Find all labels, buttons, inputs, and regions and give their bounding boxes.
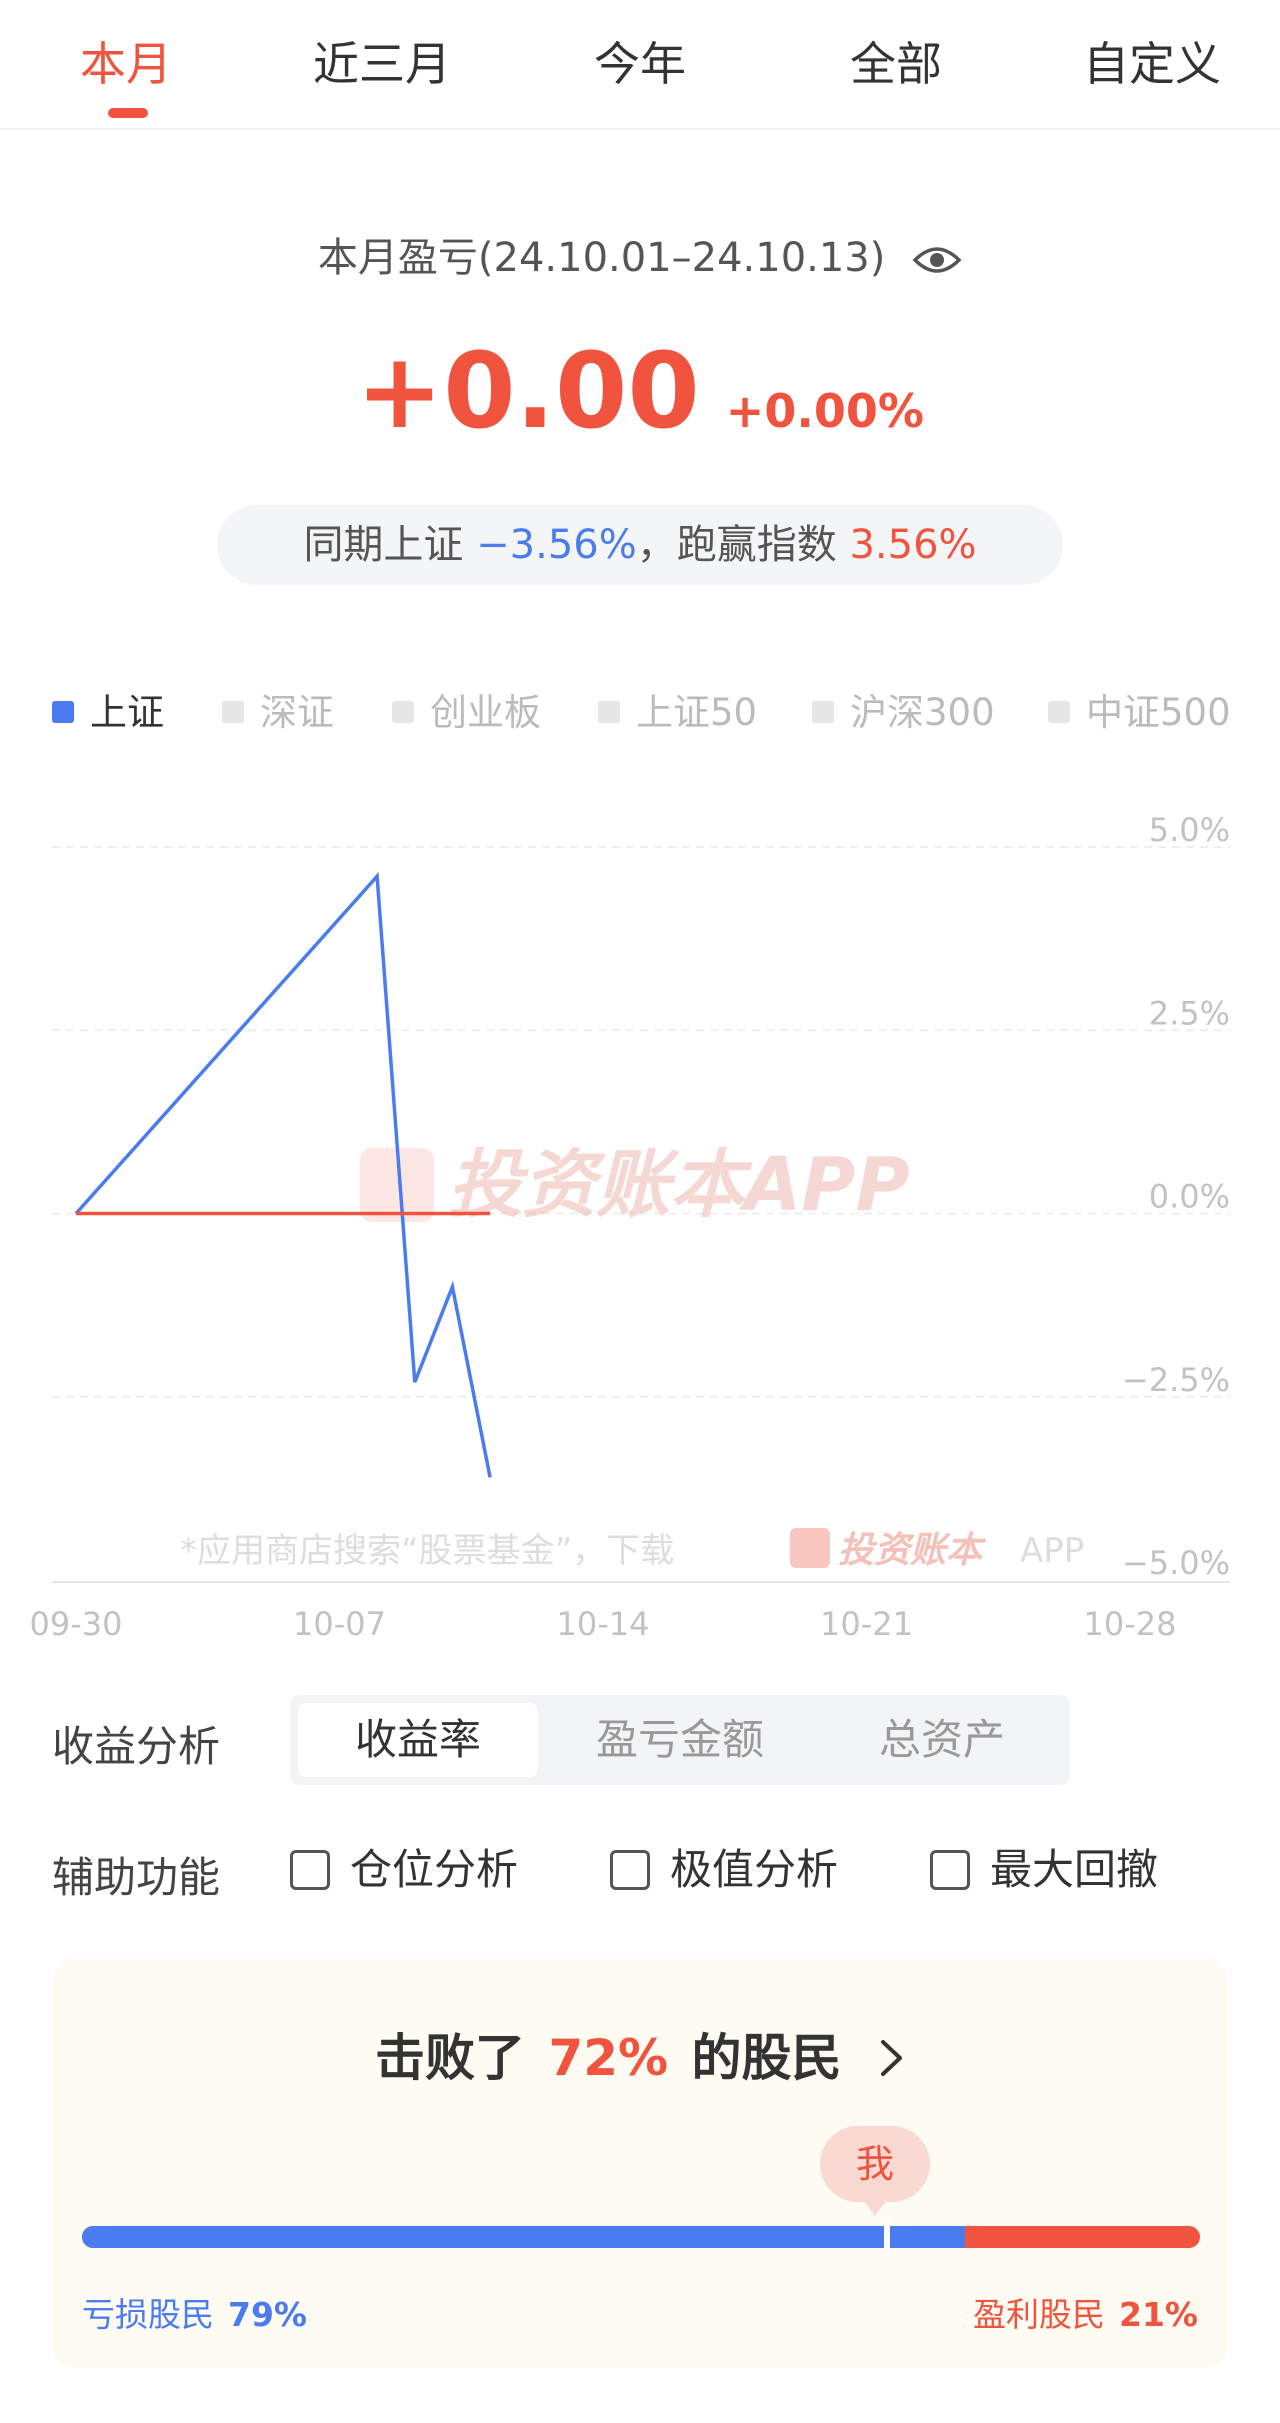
analysis-label: 收益分析 — [52, 1722, 221, 1771]
legend-swatch — [1048, 700, 1070, 723]
legend-csi500[interactable]: 中证500 — [1048, 688, 1231, 738]
eye-icon[interactable] — [912, 240, 962, 280]
index-legend: 上证 深证 创业板 上证50 沪深300 中证500 — [0, 688, 1280, 738]
legend-label: 上证50 — [636, 691, 758, 734]
x-tick-label: 10-28 — [1084, 1605, 1177, 1643]
tab-this-year[interactable]: 今年 — [594, 28, 686, 94]
checkbox-extreme-analysis[interactable]: 极值分析 — [610, 1840, 838, 1900]
period-tabs: 本月 近三月 今年 全部 自定义 — [0, 0, 1280, 130]
return-analysis-row: 收益分析 收益率 盈亏金额 总资产 — [0, 1695, 1280, 1785]
checkbox-label: 最大回撤 — [990, 1845, 1159, 1894]
rank-marker — [883, 2220, 890, 2254]
footer-logo-icon — [790, 1528, 830, 1568]
legend-chinext[interactable]: 创业板 — [392, 688, 541, 738]
checkbox-label: 仓位分析 — [350, 1845, 519, 1894]
benchmark-value: −3.56% — [476, 522, 637, 568]
auxiliary-row: 辅助功能 仓位分析 极值分析 最大回撤 — [0, 1840, 1280, 1902]
x-tick-label: 10-14 — [557, 1605, 650, 1643]
pnl-percent: +0.00% — [725, 384, 924, 438]
benchmark-label: 同期上证 — [303, 522, 464, 568]
checkbox-icon[interactable] — [610, 1849, 650, 1890]
profit-percent: 21% — [1119, 2295, 1198, 2334]
x-tick-label: 10-07 — [293, 1605, 386, 1643]
watermark-text: 投资账本APP — [448, 1142, 910, 1228]
y-tick-label: 2.5% — [1149, 994, 1230, 1032]
legend-label: 创业板 — [430, 691, 541, 734]
profit-investors-label: 盈利股民 21% — [973, 2288, 1198, 2336]
seg-return-rate[interactable]: 收益率 — [298, 1703, 538, 1777]
benchmark-separator: ， — [636, 522, 677, 568]
legend-label: 上证 — [90, 691, 164, 734]
legend-swatch — [222, 700, 244, 723]
y-tick-label: 0.0% — [1149, 1178, 1230, 1216]
beat-index-value: 3.56% — [849, 522, 977, 568]
legend-csi300[interactable]: 沪深300 — [812, 688, 995, 738]
legend-swatch — [52, 700, 74, 723]
profit-label: 盈利股民 — [973, 2295, 1105, 2334]
seg-pnl-amount[interactable]: 盈亏金额 — [560, 1703, 800, 1777]
checkbox-label: 极值分析 — [670, 1845, 839, 1894]
pnl-amount: +0.00 — [356, 330, 700, 452]
pnl-summary: +0.00 +0.00% — [0, 330, 1280, 452]
tab-three-months[interactable]: 近三月 — [313, 28, 451, 94]
tab-this-month[interactable]: 本月 — [80, 28, 172, 94]
active-tab-indicator — [108, 108, 148, 118]
beat-investors-card: 击败了 72% 的股民 我 亏损股民 79% 盈利股民 21% — [52, 1958, 1228, 2368]
distribution-bar — [82, 2226, 1200, 2248]
auxiliary-label: 辅助功能 — [52, 1853, 221, 1902]
y-tick-label: −5.0% — [1122, 1544, 1230, 1582]
legend-swatch — [812, 700, 834, 723]
beat-index-label: 跑赢指数 — [676, 522, 837, 568]
legend-shanghai[interactable]: 上证 — [52, 688, 164, 738]
beat-percent: 72% — [548, 2029, 669, 2087]
benchmark-comparison: 同期上证 −3.56%，跑赢指数 3.56% — [217, 505, 1063, 585]
x-tick-label: 09-30 — [30, 1605, 123, 1643]
tab-custom[interactable]: 自定义 — [1083, 28, 1221, 94]
beat-suffix: 的股民 — [691, 2029, 842, 2087]
return-chart[interactable]: 5.0% 2.5% 0.0% −2.5% −5.0% 09-30 10-07 10-14 10-… — [0, 790, 1280, 1650]
period-summary: 本月盈亏(24.10.01–24.10.13) — [0, 225, 1280, 283]
checkbox-icon[interactable] — [290, 1849, 330, 1890]
legend-label: 沪深300 — [850, 691, 995, 734]
legend-label: 中证500 — [1086, 691, 1231, 734]
legend-sse50[interactable]: 上证50 — [598, 688, 757, 738]
legend-label: 深证 — [260, 691, 334, 734]
chevron-right-icon — [880, 2039, 902, 2076]
me-marker-bubble: 我 — [820, 2126, 930, 2216]
loss-percent: 79% — [228, 2295, 307, 2334]
tab-all[interactable]: 全部 — [850, 28, 942, 94]
y-tick-label: 5.0% — [1149, 811, 1230, 849]
loss-investors-label: 亏损股民 79% — [82, 2288, 307, 2336]
legend-swatch — [598, 700, 620, 723]
legend-swatch — [392, 700, 414, 723]
footer-brand: 投资账本 — [838, 1530, 987, 1571]
period-label: 本月盈亏(24.10.01–24.10.13) — [317, 235, 886, 281]
checkbox-max-drawdown[interactable]: 最大回撤 — [930, 1840, 1158, 1900]
seg-total-assets[interactable]: 总资产 — [822, 1703, 1062, 1777]
checkbox-icon[interactable] — [930, 1849, 970, 1890]
x-tick-label: 10-21 — [820, 1605, 913, 1643]
beat-investors-title[interactable]: 击败了 72% 的股民 — [52, 2018, 1228, 2090]
checkbox-position-analysis[interactable]: 仓位分析 — [290, 1840, 518, 1900]
footer-app: APP — [1020, 1531, 1084, 1571]
loss-label: 亏损股民 — [82, 2295, 214, 2334]
loss-bar-fill — [82, 2226, 966, 2248]
legend-shenzhen[interactable]: 深证 — [222, 688, 334, 738]
y-tick-label: −2.5% — [1122, 1361, 1230, 1399]
beat-prefix: 击败了 — [375, 2029, 526, 2087]
footer-note: *应用商店搜索“股票基金”，下载 — [180, 1531, 674, 1571]
analysis-segmented-control: 收益率 盈亏金额 总资产 — [290, 1695, 1070, 1785]
